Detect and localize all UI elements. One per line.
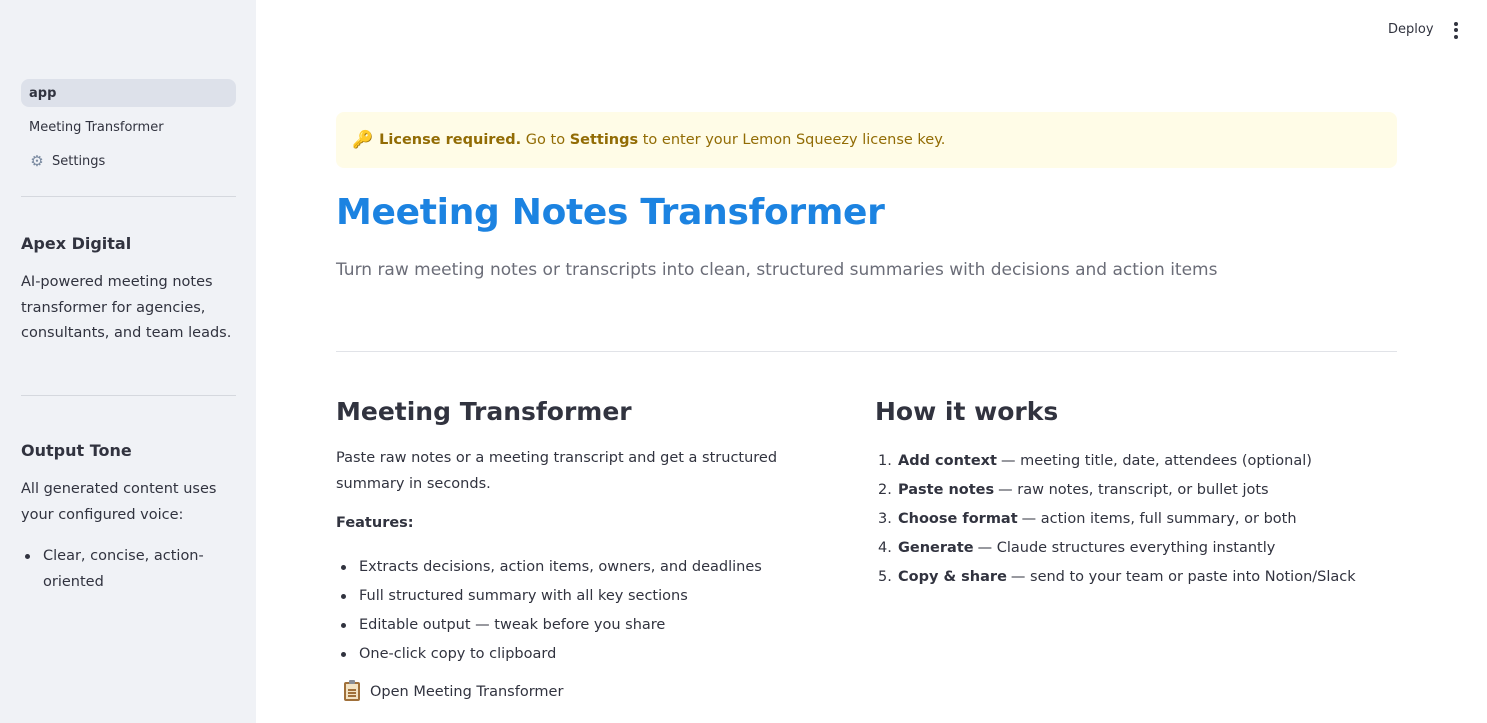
- step-number: 3.: [878, 511, 892, 527]
- features-label: Features:: [336, 515, 414, 531]
- tone-description: All generated content uses your configur…: [21, 481, 217, 523]
- sidebar-divider: [21, 196, 236, 197]
- open-link-label: Open Meeting Transformer: [370, 683, 564, 700]
- meeting-transformer-description: Paste raw notes or a meeting transcript …: [336, 450, 778, 492]
- tone-heading: Output Tone: [21, 441, 132, 460]
- page-title: Meeting Notes Transformer: [336, 192, 885, 233]
- list-item: 4. Generate — Claude structures everything…: [875, 536, 1356, 565]
- sidebar-item-app[interactable]: app: [21, 79, 236, 107]
- kebab-menu-icon[interactable]: [1446, 20, 1466, 40]
- list-item: One-click copy to clipboard: [336, 641, 762, 670]
- features-list: Extracts decisions, action items, owners…: [336, 554, 762, 670]
- list-item: Editable output — tweak before you share: [336, 612, 762, 641]
- alert-text-after: to enter your Lemon Squeezy license key.: [638, 132, 946, 148]
- deploy-button[interactable]: Deploy: [1382, 19, 1440, 41]
- steps-list: 1. Add context — meeting title, date, atte…: [875, 449, 1356, 594]
- meeting-transformer-heading: Meeting Transformer: [336, 397, 632, 426]
- list-item: 3. Choose format — action items, full summ…: [875, 507, 1356, 536]
- step-title: Generate: [898, 540, 974, 556]
- sidebar-item-label: Settings: [52, 153, 106, 169]
- step-title: Choose format: [898, 511, 1018, 527]
- sidebar-item-label: app: [29, 85, 57, 101]
- how-it-works-heading: How it works: [875, 397, 1059, 426]
- step-title: Copy & share: [898, 569, 1007, 585]
- alert-text-before: Go to: [521, 132, 570, 148]
- step-number: 5.: [878, 569, 892, 585]
- alert-message: License required. Go to Settings to ente…: [379, 132, 945, 148]
- step-text: — action items, full summary, or both: [1021, 511, 1297, 527]
- list-item: 1. Add context — meeting title, date, atte…: [875, 449, 1356, 478]
- clipboard-icon: [344, 680, 360, 701]
- sidebar: app Meeting Transformer ⚙ Settings Apex …: [0, 0, 256, 723]
- list-item: Clear, concise, action-oriented: [21, 544, 236, 595]
- key-icon: 🔑: [352, 130, 374, 150]
- tone-list: Clear, concise, action-oriented: [21, 544, 236, 595]
- step-text: — Claude structures everything instantly: [977, 540, 1276, 556]
- step-text: — raw notes, transcript, or bullet jots: [998, 482, 1269, 498]
- list-item: 5. Copy & share — send to your team or pas…: [875, 565, 1356, 594]
- step-text: — send to your team or paste into Notion…: [1010, 569, 1356, 585]
- license-alert: 🔑 License required. Go to Settings to en…: [336, 112, 1397, 168]
- sidebar-item-label: Meeting Transformer: [29, 119, 164, 135]
- sidebar-divider: [21, 395, 236, 396]
- list-item: 2. Paste notes — raw notes, transcript, or…: [875, 478, 1356, 507]
- brand-heading: Apex Digital: [21, 234, 132, 253]
- step-number: 4.: [878, 540, 892, 556]
- alert-strong: License required.: [379, 132, 522, 148]
- page-subtitle: Turn raw meeting notes or transcripts in…: [336, 260, 1218, 280]
- sidebar-nav: app Meeting Transformer ⚙ Settings: [21, 79, 236, 181]
- main-divider: [336, 351, 1397, 352]
- step-title: Paste notes: [898, 482, 995, 498]
- sidebar-item-settings[interactable]: ⚙ Settings: [21, 147, 236, 175]
- open-meeting-transformer-link[interactable]: Open Meeting Transformer: [344, 680, 564, 701]
- gear-icon: ⚙: [30, 152, 44, 170]
- list-item: Full structured summary with all key sec…: [336, 583, 762, 612]
- step-text: — meeting title, date, attendees (option…: [1000, 453, 1312, 469]
- step-number: 2.: [878, 482, 892, 498]
- step-title: Add context: [898, 453, 997, 469]
- alert-settings-link: Settings: [569, 132, 639, 148]
- sidebar-item-meeting-transformer[interactable]: Meeting Transformer: [21, 113, 236, 141]
- brand-description: AI-powered meeting notes transformer for…: [21, 274, 232, 341]
- step-number: 1.: [878, 453, 892, 469]
- list-item: Extracts decisions, action items, owners…: [336, 554, 762, 583]
